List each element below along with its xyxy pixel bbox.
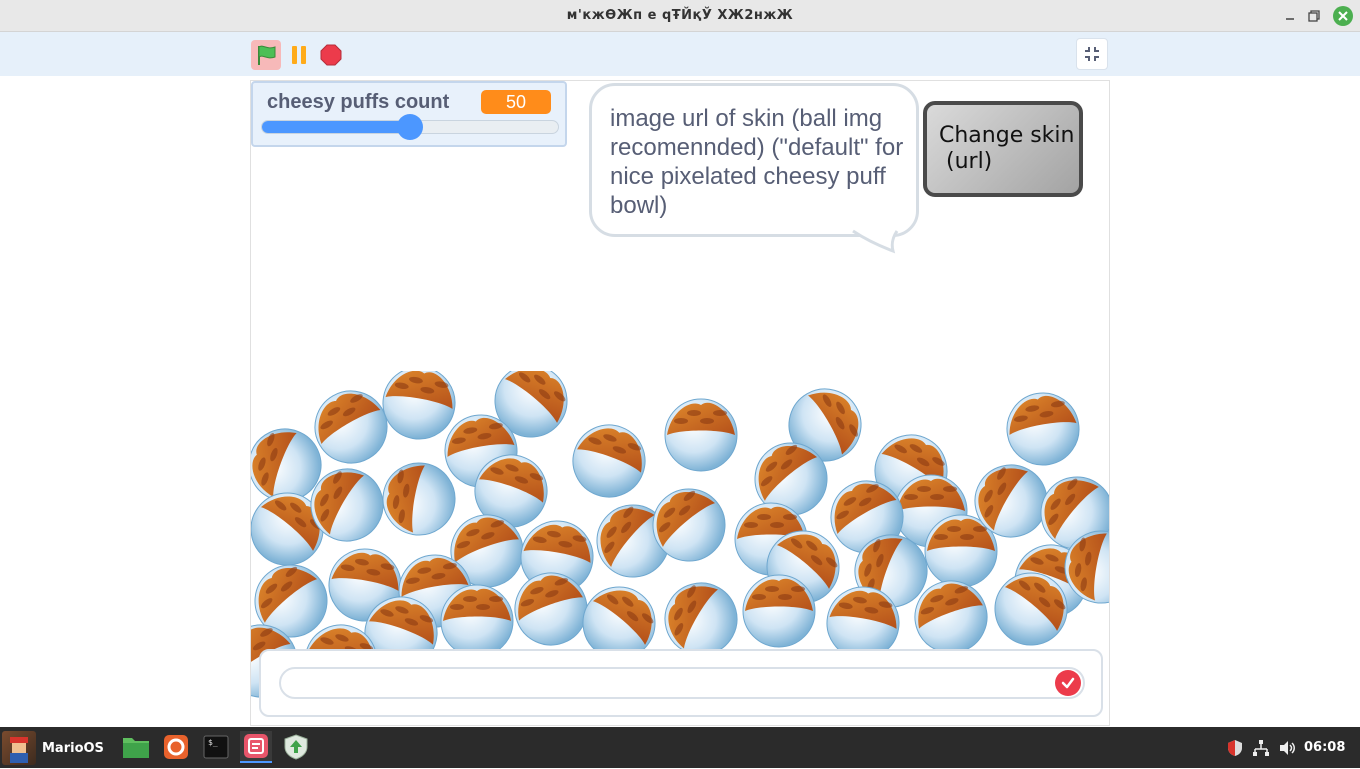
scratch-app[interactable] (240, 731, 272, 763)
minimize-icon (1286, 18, 1294, 20)
player-toolbar (0, 32, 1360, 76)
svg-text:$_: $_ (208, 738, 218, 747)
checkmark-icon (1061, 677, 1075, 689)
slider-handle[interactable] (397, 114, 423, 140)
files-icon (123, 738, 149, 758)
restore-icon (1308, 10, 1320, 22)
close-icon (1338, 11, 1348, 21)
ask-prompt (259, 649, 1103, 717)
mario-avatar-icon (2, 731, 36, 765)
volume-icon (1280, 740, 1295, 755)
update-manager-app[interactable] (280, 731, 312, 763)
stop-icon (320, 44, 342, 66)
close-button[interactable] (1333, 6, 1353, 26)
change-skin-label: Change skin (url) (939, 123, 1074, 175)
monitor-label: cheesy puffs count (267, 91, 450, 113)
change-skin-line2: (url) (939, 149, 993, 174)
pause-button[interactable] (284, 40, 314, 70)
submit-answer-button[interactable] (1055, 670, 1081, 696)
cheesy-puff-bowl (440, 584, 514, 658)
stop-button[interactable] (316, 40, 346, 70)
network-icon (1253, 739, 1269, 756)
cheesy-puff-bowl (572, 424, 646, 498)
cheesy-puff-bowl (664, 398, 738, 472)
terminal-app[interactable]: $_ (200, 731, 232, 763)
start-menu-button[interactable]: MarioOS (2, 731, 104, 765)
cheesy-puff-bowl (382, 462, 456, 536)
change-skin-button[interactable]: Change skin (url) (923, 101, 1083, 197)
monitor-value: 50 (481, 90, 551, 114)
exit-fullscreen-icon (1085, 47, 1099, 61)
minimize-button[interactable] (1280, 6, 1300, 26)
tray-shield[interactable] (1226, 727, 1244, 768)
pause-icon (292, 46, 306, 64)
clock: 06:08 (1304, 740, 1346, 755)
files-app[interactable] (120, 731, 152, 763)
maximize-button[interactable] (1304, 6, 1324, 26)
exit-fullscreen-button[interactable] (1076, 38, 1108, 70)
green-flag-icon (258, 45, 276, 65)
tray-network[interactable] (1252, 727, 1270, 768)
update-manager-icon (284, 734, 308, 760)
shield-icon (1228, 739, 1242, 756)
scratch-app-icon (244, 734, 268, 758)
tray-volume[interactable] (1278, 727, 1296, 768)
terminal-icon: $_ (203, 735, 229, 759)
slider-fill (262, 121, 410, 133)
window-titlebar: м'кжѲЖп е qŦЙқЎ ХЖ2нжЖ (0, 0, 1360, 32)
speech-bubble-tail (852, 229, 899, 254)
variable-monitor: cheesy puffs count 50 (251, 81, 567, 147)
green-flag-button[interactable] (251, 40, 281, 70)
change-skin-line1: Change skin (939, 123, 1075, 148)
monitor-slider[interactable] (261, 114, 559, 140)
taskbar: MarioOS $_ 06:08 (0, 727, 1360, 768)
speech-bubble-text: image url of skin (ball img recomennded)… (610, 105, 904, 219)
ask-input[interactable] (279, 667, 1085, 699)
cheesy-puff-bowl (742, 574, 816, 648)
firefox-icon (164, 735, 188, 759)
firefox-app[interactable] (160, 731, 192, 763)
stage[interactable]: cheesy puffs count 50 image url of skin … (250, 80, 1110, 726)
cheesy-puff-bowl (382, 371, 456, 440)
window-title: м'кжѲЖп е qŦЙқЎ ХЖ2нжЖ (566, 8, 794, 23)
speech-bubble: image url of skin (ball img recomennded)… (589, 83, 919, 237)
cheesy-puff-bowl (1006, 392, 1080, 466)
start-label: MarioOS (42, 740, 104, 756)
